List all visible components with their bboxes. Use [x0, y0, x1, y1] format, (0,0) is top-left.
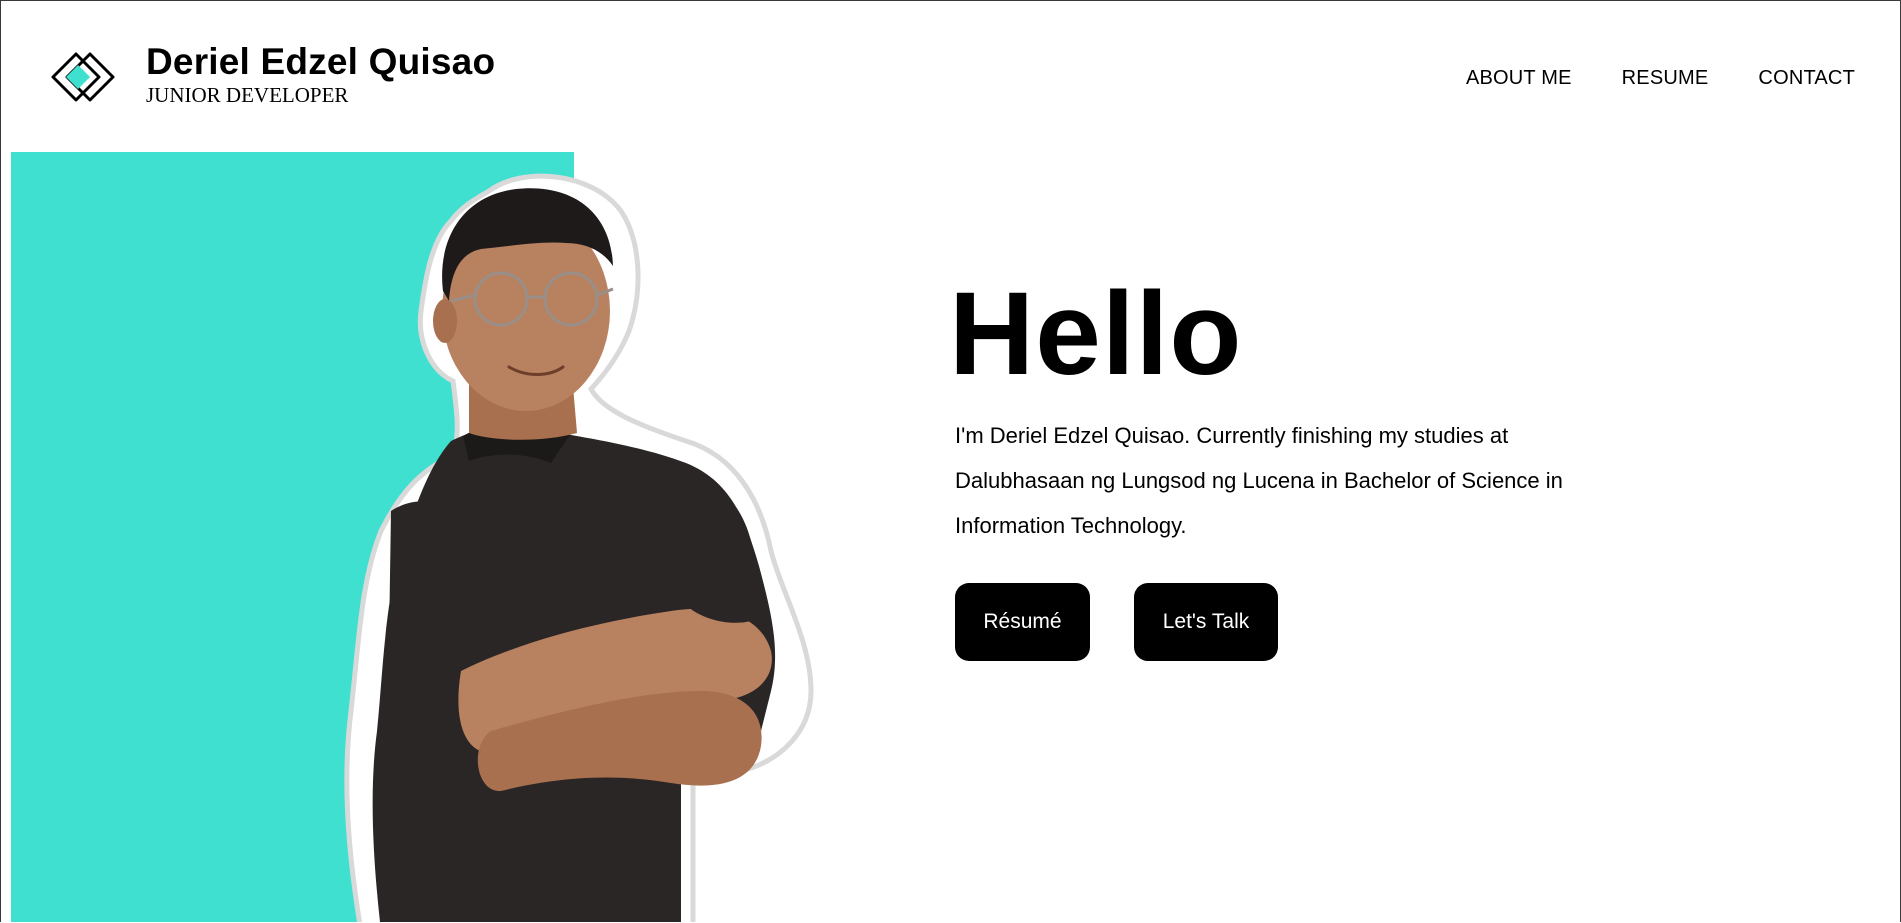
page: Deriel Edzel Quisao JUNIOR DEVELOPER ABO…	[0, 0, 1901, 922]
nav-contact[interactable]: CONTACT	[1758, 67, 1855, 90]
hero-intro: I'm Deriel Edzel Quisao. Currently finis…	[955, 423, 1563, 538]
diamond-logo-icon[interactable]	[49, 48, 117, 106]
resume-button[interactable]: Résumé	[955, 583, 1090, 661]
nav-about-me[interactable]: ABOUT ME	[1466, 67, 1572, 90]
portrait-photo	[344, 173, 814, 922]
main-nav: ABOUT ME RESUME CONTACT	[1466, 67, 1855, 90]
nav-resume[interactable]: RESUME	[1622, 67, 1709, 90]
site-name: Deriel Edzel Quisao	[146, 41, 496, 82]
lets-talk-button[interactable]: Let's Talk	[1134, 583, 1278, 661]
hero-title: Hello	[949, 268, 1243, 400]
site-role: JUNIOR DEVELOPER	[146, 83, 349, 107]
